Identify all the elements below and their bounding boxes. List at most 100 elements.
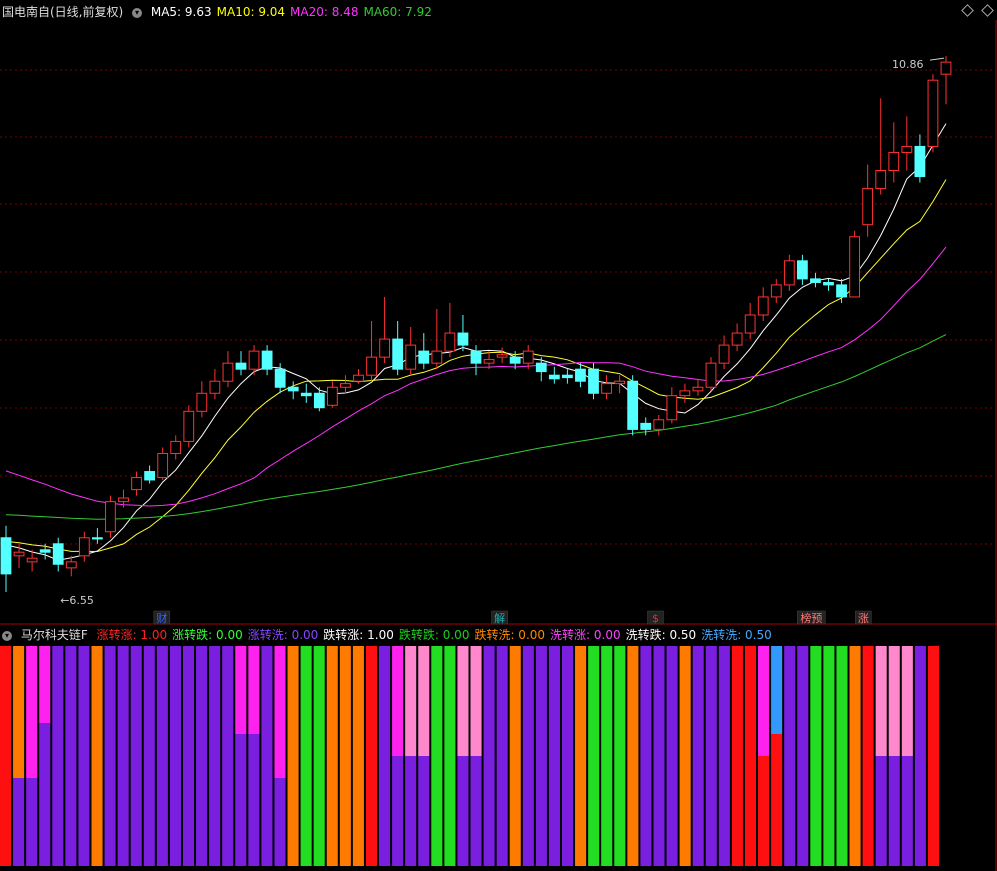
candle-body-36 <box>470 350 482 364</box>
markov-bar-11-seg-0 <box>143 646 155 866</box>
candle-body-72 <box>940 61 952 75</box>
indicator-settings-icon[interactable]: ▾ <box>2 630 12 641</box>
indicator-value-8: 洗转洗: 0.50 <box>701 628 772 642</box>
markov-bar-43-seg-0 <box>561 646 574 866</box>
markov-bar-62-seg-0 <box>810 646 822 866</box>
markov-bar-31-seg-0 <box>405 646 417 756</box>
markov-bar-23-seg-0 <box>300 646 312 866</box>
candle-body-56 <box>731 332 743 346</box>
markov-bar-37-seg-0 <box>483 646 495 866</box>
candle-body-15 <box>196 392 208 412</box>
markov-bar-48-seg-0 <box>627 646 639 866</box>
markov-bar-35-seg-1 <box>457 756 469 866</box>
markov-bar-18-seg-0 <box>235 646 247 734</box>
candle-body-68 <box>888 151 900 172</box>
candle-body-29 <box>379 338 391 358</box>
markov-bar-65-seg-0 <box>849 646 861 866</box>
markov-bar-32-seg-0 <box>418 646 430 756</box>
candle-body-60 <box>783 260 795 286</box>
candle-body-26 <box>340 383 351 388</box>
markov-bar-40-seg-0 <box>522 646 534 866</box>
candle-body-46 <box>601 383 612 394</box>
candle-body-28 <box>366 356 377 376</box>
markov-bar-6-seg-0 <box>78 646 90 866</box>
markov-bar-42-seg-0 <box>548 646 560 866</box>
candle-body-71 <box>927 79 939 147</box>
candle-body-43 <box>561 374 573 379</box>
stock-title[interactable]: 国电南自(日线,前复权) <box>2 5 123 19</box>
candle-body-9 <box>118 497 129 503</box>
candle-body-47 <box>614 380 626 385</box>
markov-bar-2-seg-1 <box>26 778 38 866</box>
main-chart-header: 国电南自(日线,前复权) ▾ MA5: 9.63 MA10: 9.04 MA20: … <box>2 3 442 19</box>
markov-bar-66-seg-0 <box>862 646 874 866</box>
candle-body-32 <box>418 350 430 364</box>
markov-bar-29-seg-0 <box>379 646 391 866</box>
markov-bar-9-seg-0 <box>117 646 129 866</box>
markov-bar-15-seg-1 <box>196 778 208 866</box>
markov-bar-46-seg-0 <box>601 646 613 866</box>
markov-bar-30-seg-0 <box>392 646 404 756</box>
markov-bar-54-seg-0 <box>705 646 717 866</box>
markov-bar-21-seg-1 <box>274 778 286 866</box>
event-marker-1: 解 <box>494 611 505 625</box>
markov-bar-59-seg-1 <box>771 734 783 866</box>
candle-body-52 <box>679 390 691 397</box>
candle-body-59 <box>770 284 782 298</box>
markov-bar-16-seg-0 <box>209 646 221 866</box>
candle-body-0 <box>0 537 12 575</box>
markov-bar-57-seg-0 <box>744 646 757 866</box>
markov-bar-17-seg-0 <box>222 646 234 866</box>
candle-body-45 <box>588 368 599 394</box>
high-price-arrow <box>929 57 945 61</box>
candle-body-33 <box>431 350 443 364</box>
candle-body-63 <box>823 281 834 286</box>
candle-body-10 <box>131 477 142 491</box>
markov-bar-25-seg-0 <box>326 646 338 866</box>
markov-bar-24-seg-0 <box>313 646 325 866</box>
markov-bar-64-seg-0 <box>836 646 848 866</box>
candle-body-19 <box>248 350 260 370</box>
markov-bar-35-seg-0 <box>457 646 469 756</box>
markov-bar-67-seg-1 <box>875 756 887 866</box>
markov-bar-22-seg-0 <box>287 646 299 866</box>
markov-bar-30-seg-1 <box>392 756 404 866</box>
markov-bar-47-seg-0 <box>614 646 626 866</box>
markov-bar-19-seg-0 <box>248 646 260 734</box>
markov-bar-3-seg-0 <box>39 646 51 723</box>
markov-bar-13-seg-0 <box>169 646 181 866</box>
candle-body-21 <box>274 368 286 388</box>
markov-bar-68-seg-0 <box>888 646 900 756</box>
candle-body-4 <box>52 543 64 565</box>
markov-bar-44-seg-0 <box>575 646 587 866</box>
markov-bar-71-seg-0 <box>927 646 939 866</box>
markov-bar-58-seg-1 <box>758 756 770 866</box>
markov-bar-31-seg-1 <box>405 756 417 866</box>
settings-circle-icon[interactable]: ▾ <box>132 7 143 18</box>
markov-bar-36-seg-1 <box>470 756 482 866</box>
candle-body-30 <box>392 338 404 370</box>
candle-body-37 <box>483 359 495 364</box>
markov-bar-7-seg-0 <box>91 646 103 866</box>
markov-bar-26-seg-0 <box>339 646 351 866</box>
indicator-value-7: 洗转跌: 0.50 <box>625 628 697 642</box>
indicator-title[interactable]: 马尔科夫链F <box>21 628 88 642</box>
indicator-header: ▾ 马尔科夫链F 涨转涨: 1.00 涨转跌: 0.00 涨转洗: 0.00 跌转涨:… <box>2 626 782 642</box>
markov-bar-38-seg-0 <box>496 646 508 866</box>
candle-body-17 <box>222 362 234 382</box>
markov-bar-1-seg-1 <box>13 778 25 866</box>
markov-bar-20-seg-0 <box>261 646 273 866</box>
candle-body-44 <box>575 368 586 382</box>
markov-bar-28-seg-0 <box>365 646 378 866</box>
candle-body-20 <box>261 350 273 370</box>
markov-bar-21-seg-0 <box>274 646 286 778</box>
candle-body-2 <box>26 557 38 563</box>
markov-bar-61-seg-0 <box>797 646 809 866</box>
markov-bar-41-seg-0 <box>535 646 547 866</box>
event-marker-4: 涨 <box>858 612 869 625</box>
markov-bar-63-seg-0 <box>823 646 835 866</box>
candle-body-24 <box>313 392 325 409</box>
markov-bar-50-seg-0 <box>653 646 665 866</box>
markov-bar-19-seg-1 <box>248 734 260 866</box>
candle-body-1 <box>13 551 25 557</box>
